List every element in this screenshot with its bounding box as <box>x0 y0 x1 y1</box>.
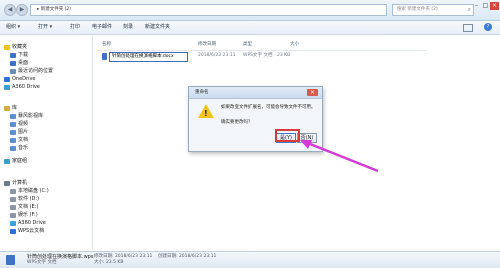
status-created: 创建日期: 2018/6/23 23:11 <box>158 254 217 259</box>
status-document-icon <box>6 255 15 265</box>
arrow-shaft <box>304 140 379 173</box>
status-size: 大小: 23.5 KB <box>94 260 124 265</box>
annotation-arrow <box>300 140 379 173</box>
status-type: WPS文字 文档 <box>27 260 57 265</box>
details-pane: 针筒创处理在换演格脚本.wps 修改日期: 2018/6/23 23:11 创建… <box>0 251 500 268</box>
